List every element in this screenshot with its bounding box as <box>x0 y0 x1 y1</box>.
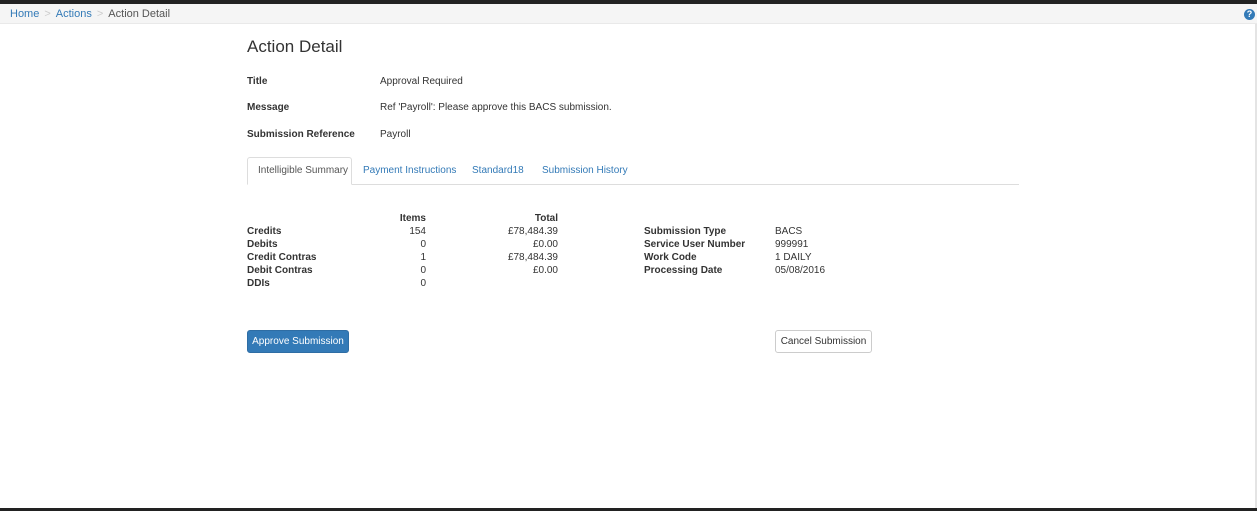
summary-row-total: £0.00 <box>532 239 558 250</box>
work-code-value: 1 DAILY <box>775 252 812 263</box>
summary-row-label: Debits <box>247 239 278 250</box>
tab-intelligible-summary[interactable]: Intelligible Summary <box>247 157 352 185</box>
total-column-header: Total <box>534 213 558 224</box>
summary-row-total: £0.00 <box>532 265 558 276</box>
breadcrumb-actions-link[interactable]: Actions <box>56 8 92 20</box>
title-value: Approval Required <box>380 76 463 87</box>
approve-submission-button[interactable]: Approve Submission <box>247 330 349 353</box>
breadcrumb-separator: > <box>96 8 104 20</box>
breadcrumb-bar: Home > Actions > Action Detail ? <box>0 4 1257 24</box>
work-code-label: Work Code <box>644 252 697 263</box>
submission-reference-value: Payroll <box>380 129 411 140</box>
help-icon[interactable]: ? <box>1244 9 1255 20</box>
message-value: Ref 'Payroll': Please approve this BACS … <box>380 102 612 113</box>
items-column-header: Items <box>399 213 426 224</box>
tab-payment-instructions[interactable]: Payment Instructions <box>353 157 466 185</box>
breadcrumb-separator: > <box>44 8 51 20</box>
submission-type-value: BACS <box>775 226 803 237</box>
page-title: Action Detail <box>247 37 343 56</box>
service-user-number-label: Service User Number <box>644 239 746 250</box>
summary-row-label: Credits <box>247 226 282 237</box>
summary-row-total: £78,484.39 <box>507 252 558 263</box>
tab-submission-history[interactable]: Submission History <box>532 157 638 185</box>
cancel-submission-button[interactable]: Cancel Submission <box>775 330 872 353</box>
processing-date-value: 05/08/2016 <box>775 265 826 276</box>
breadcrumb-current: Action Detail <box>108 8 171 20</box>
summary-row-items: 154 <box>409 226 426 237</box>
processing-date-label: Processing Date <box>644 265 723 276</box>
breadcrumb-home-link[interactable]: Home <box>10 8 39 20</box>
summary-row-items: 0 <box>420 239 426 250</box>
submission-reference-label: Submission Reference <box>247 129 355 140</box>
summary-row-label: Credit Contras <box>247 252 317 263</box>
summary-row-total: £78,484.39 <box>507 226 558 237</box>
summary-row-items: 0 <box>420 278 426 289</box>
service-user-number-value: 999991 <box>775 239 809 250</box>
tab-bar: Intelligible Summary Payment Instruction… <box>247 157 1019 185</box>
submission-type-label: Submission Type <box>644 226 727 237</box>
summary-row-label: DDIs <box>247 278 270 289</box>
breadcrumb: Home > Actions > Action Detail <box>10 7 170 21</box>
summary-row-label: Debit Contras <box>247 265 313 276</box>
summary-row-items: 0 <box>420 265 426 276</box>
title-label: Title <box>247 76 268 87</box>
message-label: Message <box>247 102 290 113</box>
tab-standard18[interactable]: Standard18 <box>462 157 534 185</box>
summary-row-items: 1 <box>420 252 426 263</box>
